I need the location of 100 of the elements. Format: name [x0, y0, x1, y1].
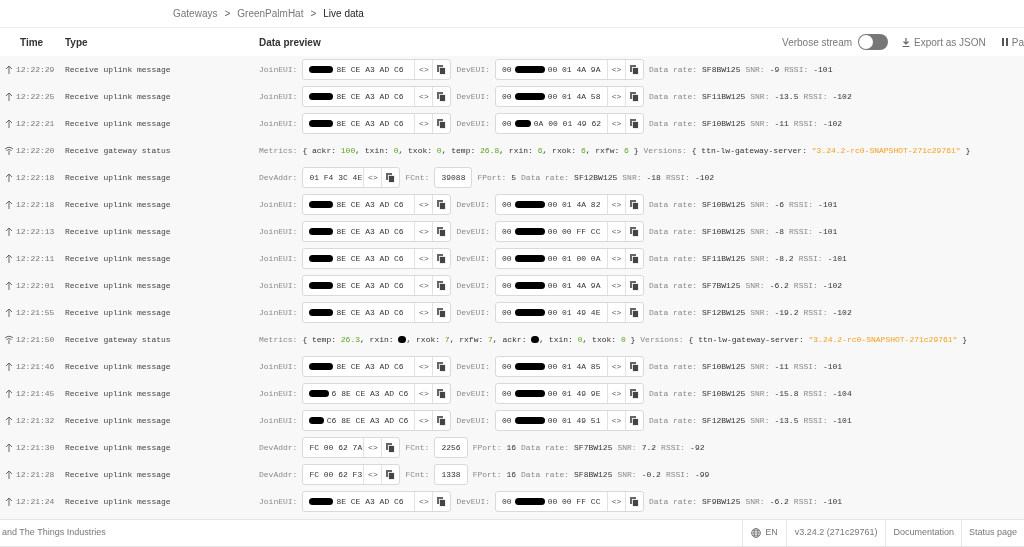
format-toggle-button[interactable]: <>: [414, 303, 433, 322]
field-label: DevEUI:: [456, 225, 490, 238]
format-toggle-button[interactable]: <>: [607, 87, 625, 106]
format-toggle-button[interactable]: <>: [607, 357, 625, 376]
format-toggle-button[interactable]: <>: [607, 492, 625, 511]
format-toggle-button[interactable]: <>: [414, 87, 433, 106]
field-value: -92: [690, 441, 705, 454]
format-toggle-button[interactable]: <>: [607, 276, 625, 295]
field-label: JoinEUI:: [259, 117, 298, 130]
format-toggle-button[interactable]: <>: [414, 492, 433, 511]
language-button[interactable]: EN: [742, 520, 786, 546]
eui-text: C6 8E CE A3 AD C6: [326, 414, 409, 427]
eui-text: 00: [502, 279, 512, 292]
download-icon: [902, 37, 911, 47]
field-label: JoinEUI:: [259, 252, 298, 265]
format-toggle-button[interactable]: <>: [414, 384, 433, 403]
copy-icon: [630, 388, 639, 399]
field-label: Data rate:: [649, 360, 698, 373]
eui-text: 00: [502, 117, 512, 130]
time-cell-text: 12:22:18: [16, 171, 56, 184]
format-toggle-button[interactable]: <>: [414, 60, 433, 79]
time-cell-text: 12:22:29: [16, 63, 56, 76]
copy-icon: [437, 388, 447, 399]
field-label: SNR:: [745, 495, 765, 508]
field-value: -8.2: [774, 252, 794, 265]
format-toggle-button[interactable]: <>: [363, 168, 382, 187]
eui-text: 00: [502, 360, 512, 373]
format-toggle-button[interactable]: <>: [414, 411, 433, 430]
field-label: Data rate:: [649, 90, 698, 103]
copy-icon: [630, 496, 639, 507]
copy-icon: [630, 91, 639, 102]
copy-icon: [437, 415, 447, 426]
format-toggle-button[interactable]: <>: [607, 303, 625, 322]
format-toggle-button[interactable]: <>: [607, 249, 625, 268]
field-value: SF12BW125: [702, 414, 746, 427]
format-toggle-button[interactable]: <>: [363, 438, 382, 457]
arrow-up-icon: [4, 443, 13, 452]
format-toggle-button[interactable]: <>: [607, 411, 625, 430]
type-cell-text: Receive uplink message: [65, 387, 172, 400]
eui-text: 8E CE A3 AD C6: [336, 90, 404, 103]
breadcrumb-link[interactable]: GreenPalmHat: [237, 6, 304, 21]
format-toggle-button[interactable]: <>: [414, 222, 433, 241]
format-toggle-button[interactable]: <>: [607, 222, 625, 241]
field-label: DevAddr:: [259, 468, 298, 481]
time-cell-text: 12:22:13: [16, 225, 56, 238]
field-label: Data rate:: [521, 468, 570, 481]
format-toggle-button[interactable]: <>: [414, 357, 433, 376]
field-value: SF12BW125: [702, 306, 746, 319]
export-button[interactable]: Export as JSON: [902, 34, 986, 50]
eui-text: 8E CE A3 AD C6: [336, 225, 404, 238]
eui-text: 0A 00 01 49 62: [533, 117, 601, 130]
format-toggle-button[interactable]: <>: [414, 276, 433, 295]
format-toggle-button[interactable]: <>: [607, 195, 625, 214]
arrow-up-icon: [4, 389, 13, 398]
breadcrumb-link[interactable]: Live data: [323, 6, 364, 21]
footer-link[interactable]: Documentation: [885, 520, 961, 546]
format-toggle-button[interactable]: <>: [414, 249, 433, 268]
time-cell-text: 12:22:20: [16, 144, 56, 157]
breadcrumb-separator: >: [224, 7, 231, 21]
field-label: RSSI:: [803, 414, 828, 427]
field-value: -99: [694, 468, 710, 481]
format-toggle-button[interactable]: <>: [607, 60, 625, 79]
field-label: Data rate:: [649, 306, 698, 319]
format-toggle-button[interactable]: <>: [363, 465, 382, 484]
breadcrumb-link[interactable]: Gateways: [173, 6, 218, 21]
field-label: JoinEUI:: [259, 306, 298, 319]
field-value: -104: [832, 387, 852, 400]
json-text: { ackr: 100, txin: 0, txok: 0, temp: 26.8, rxin: 6, rxok: 6, rxfw: 6 }: [302, 144, 639, 157]
field-value: -15.8: [774, 387, 799, 400]
time-cell-text: 12:21:45: [16, 387, 56, 400]
time-cell-text: 12:21:30: [16, 441, 56, 454]
field-label: JoinEUI:: [259, 90, 298, 103]
field-label: DevEUI:: [456, 495, 490, 508]
eui-text: 6 8E CE A3 AD C6: [331, 387, 409, 400]
eui-text: 01 F4 3C 4E: [309, 171, 363, 184]
eui-text: 00 01 4A 9A: [547, 279, 601, 292]
type-cell-text: Receive uplink message: [65, 252, 172, 265]
field-label: RSSI:: [793, 495, 818, 508]
field-label: Data rate:: [649, 414, 698, 427]
eui-text: 00 01 00 0A: [547, 252, 601, 265]
fcnt-field: 1338: [434, 464, 468, 485]
verbose-toggle[interactable]: [858, 34, 889, 50]
field-value: SF8BW125: [702, 63, 741, 76]
type-cell-text: Receive uplink message: [65, 279, 172, 292]
time-cell-text: 12:21:55: [16, 306, 56, 319]
eui-text: 00 00 FF CC: [547, 495, 601, 508]
arrow-up-icon: [4, 227, 13, 236]
field-value: SF10BW125: [702, 225, 746, 238]
format-toggle-button[interactable]: <>: [607, 384, 625, 403]
eui-text: 00 01 4A 9A: [547, 63, 601, 76]
copy-icon: [630, 199, 639, 210]
type-cell-text: Receive uplink message: [65, 414, 172, 427]
time-cell-text: 12:22:21: [16, 117, 56, 130]
field-value: -11: [774, 360, 789, 373]
column-header: Type: [65, 35, 89, 50]
pause-button[interactable]: Pa: [1001, 34, 1024, 50]
format-toggle-button[interactable]: <>: [414, 114, 433, 133]
footer-link[interactable]: Status page: [960, 520, 1024, 546]
format-toggle-button[interactable]: <>: [414, 195, 433, 214]
format-toggle-button[interactable]: <>: [607, 114, 625, 133]
